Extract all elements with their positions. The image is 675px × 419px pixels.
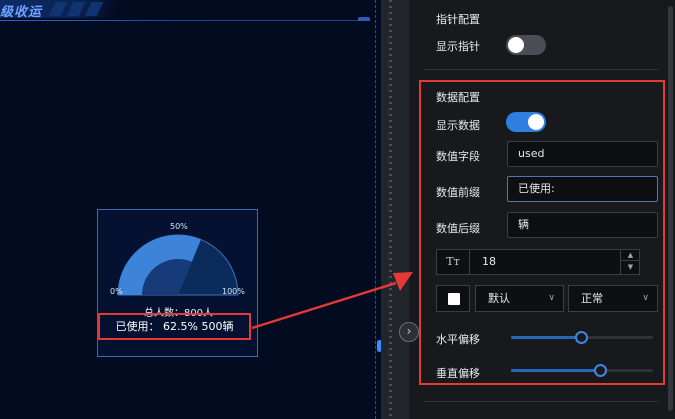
show-pointer-label: 显示指针 <box>436 40 480 53</box>
panel-scrollbar[interactable] <box>666 0 675 419</box>
title-notch <box>358 17 370 21</box>
gauge-label-mid: 50% <box>170 222 188 231</box>
gauge-label-max: 100% <box>222 287 245 296</box>
gauge-value-highlight: 已使用： 62.5% 500辆 <box>98 313 251 340</box>
data-config-highlight <box>419 80 665 385</box>
pointer-section-title: 指针配置 <box>436 13 480 26</box>
chevron-right-icon[interactable]: › <box>399 322 419 342</box>
design-canvas[interactable]: 级收运 50% 0% 100% 总人数：800人 已使用： 62.5% 500辆 <box>0 0 382 419</box>
canvas-edge-guide <box>375 0 376 419</box>
section-divider <box>424 69 658 70</box>
scrollbar-thumb[interactable] <box>668 6 673 411</box>
switch-knob <box>508 37 524 53</box>
show-pointer-switch[interactable] <box>506 35 546 55</box>
title-underline <box>0 20 370 21</box>
gauge-label-min: 0% <box>110 287 123 296</box>
title-bar: 级收运 <box>0 0 375 24</box>
section-divider <box>424 401 658 402</box>
screen: 级收运 50% 0% 100% 总人数：800人 已使用： 62.5% 500辆… <box>0 0 675 419</box>
panel-divider[interactable] <box>381 0 409 419</box>
page-title: 级收运 <box>0 5 43 20</box>
gauge-value-text: 已使用： 62.5% 500辆 <box>115 320 234 333</box>
